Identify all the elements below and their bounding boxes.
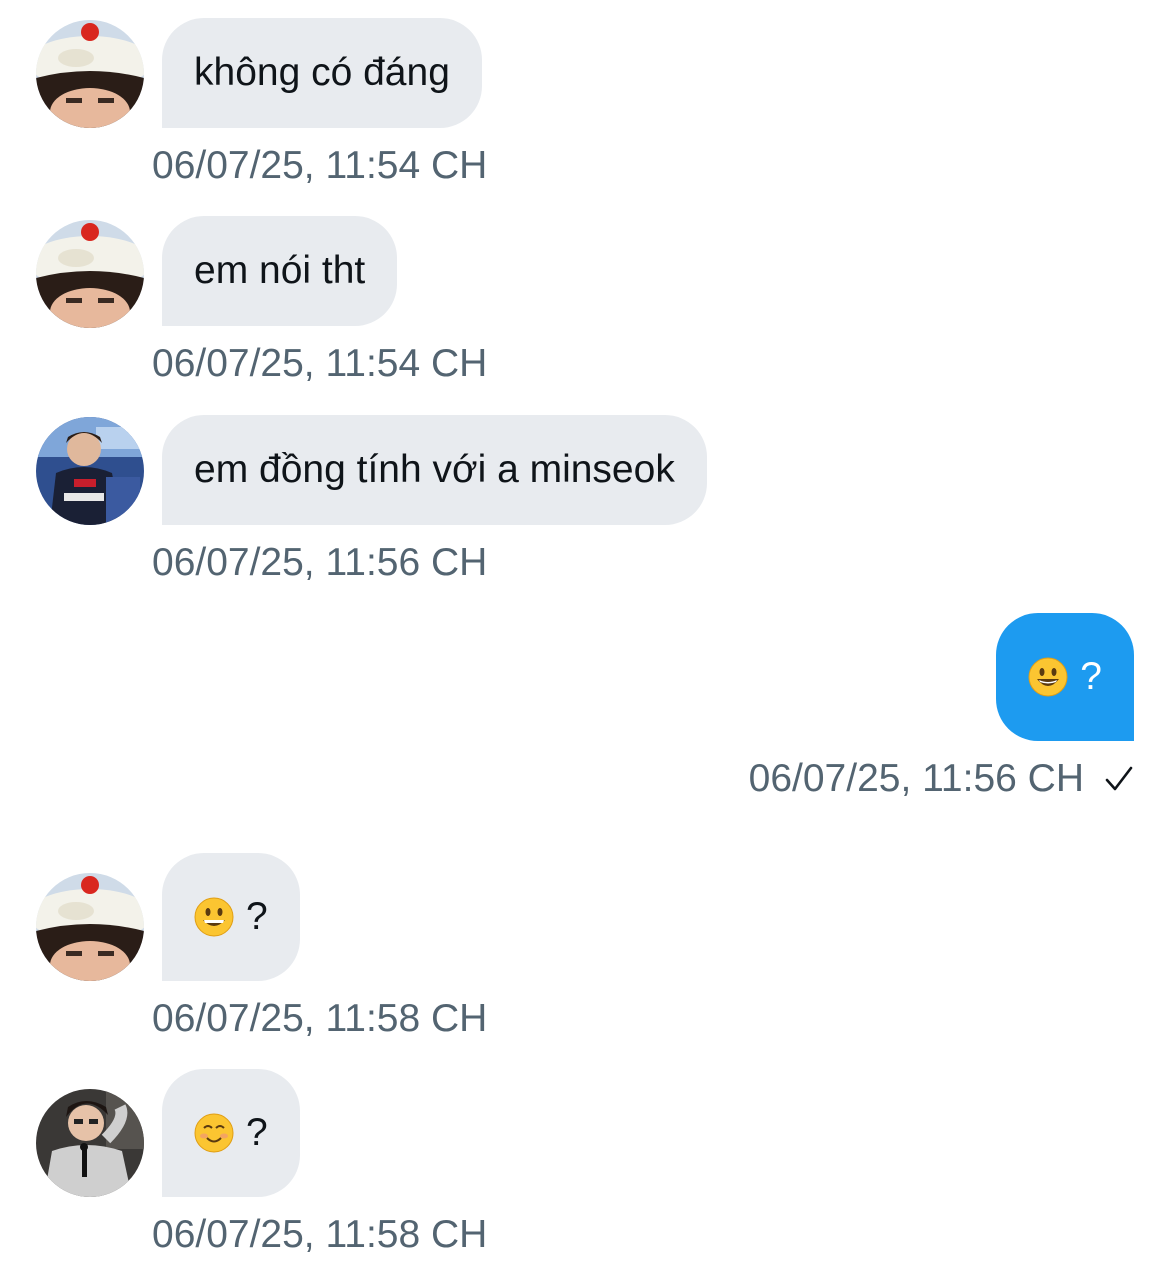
timestamp-text: 06/07/25, 11:56 CH [748, 757, 1084, 800]
avatar-image [36, 873, 144, 981]
message-text: không có đáng [194, 51, 450, 94]
message-text: em đồng tính với a minseok [194, 448, 675, 491]
grinning-face-icon [194, 897, 234, 937]
avatar-image [36, 220, 144, 328]
message-bubble[interactable]: ? [162, 1069, 300, 1197]
avatar-image [36, 20, 144, 128]
message-timestamp: 06/07/25, 11:54 CH [152, 144, 488, 187]
message-bubble[interactable]: em đồng tính với a minseok [162, 415, 707, 525]
sender-avatar[interactable] [36, 417, 144, 525]
sender-avatar[interactable] [36, 1089, 144, 1197]
message-timestamp: 06/07/25, 11:58 CH [152, 997, 488, 1040]
sender-avatar[interactable] [36, 220, 144, 328]
message-text: ? [1080, 655, 1102, 698]
message-text: ? [246, 895, 268, 938]
message-text: em nói tht [194, 249, 366, 292]
message-bubble-outgoing[interactable]: ? [996, 613, 1134, 741]
message-timestamp: 06/07/25, 11:54 CH [152, 342, 488, 385]
message-bubble[interactable]: em nói tht [162, 216, 398, 326]
message-timestamp: 06/07/25, 11:58 CH [152, 1213, 488, 1256]
smiling-face-icon [194, 1113, 234, 1153]
message-timestamp: 06/07/25, 11:56 CH [749, 757, 1134, 801]
check-icon [1104, 764, 1134, 794]
avatar-image [36, 1089, 144, 1197]
message-timestamp: 06/07/25, 11:56 CH [152, 541, 488, 584]
message-bubble[interactable]: ? [162, 853, 300, 981]
smiley-face-icon [1028, 657, 1068, 697]
message-bubble[interactable]: không có đáng [162, 18, 482, 128]
message-text: ? [246, 1111, 268, 1154]
avatar-image [36, 417, 144, 525]
sender-avatar[interactable] [36, 20, 144, 128]
sender-avatar[interactable] [36, 873, 144, 981]
